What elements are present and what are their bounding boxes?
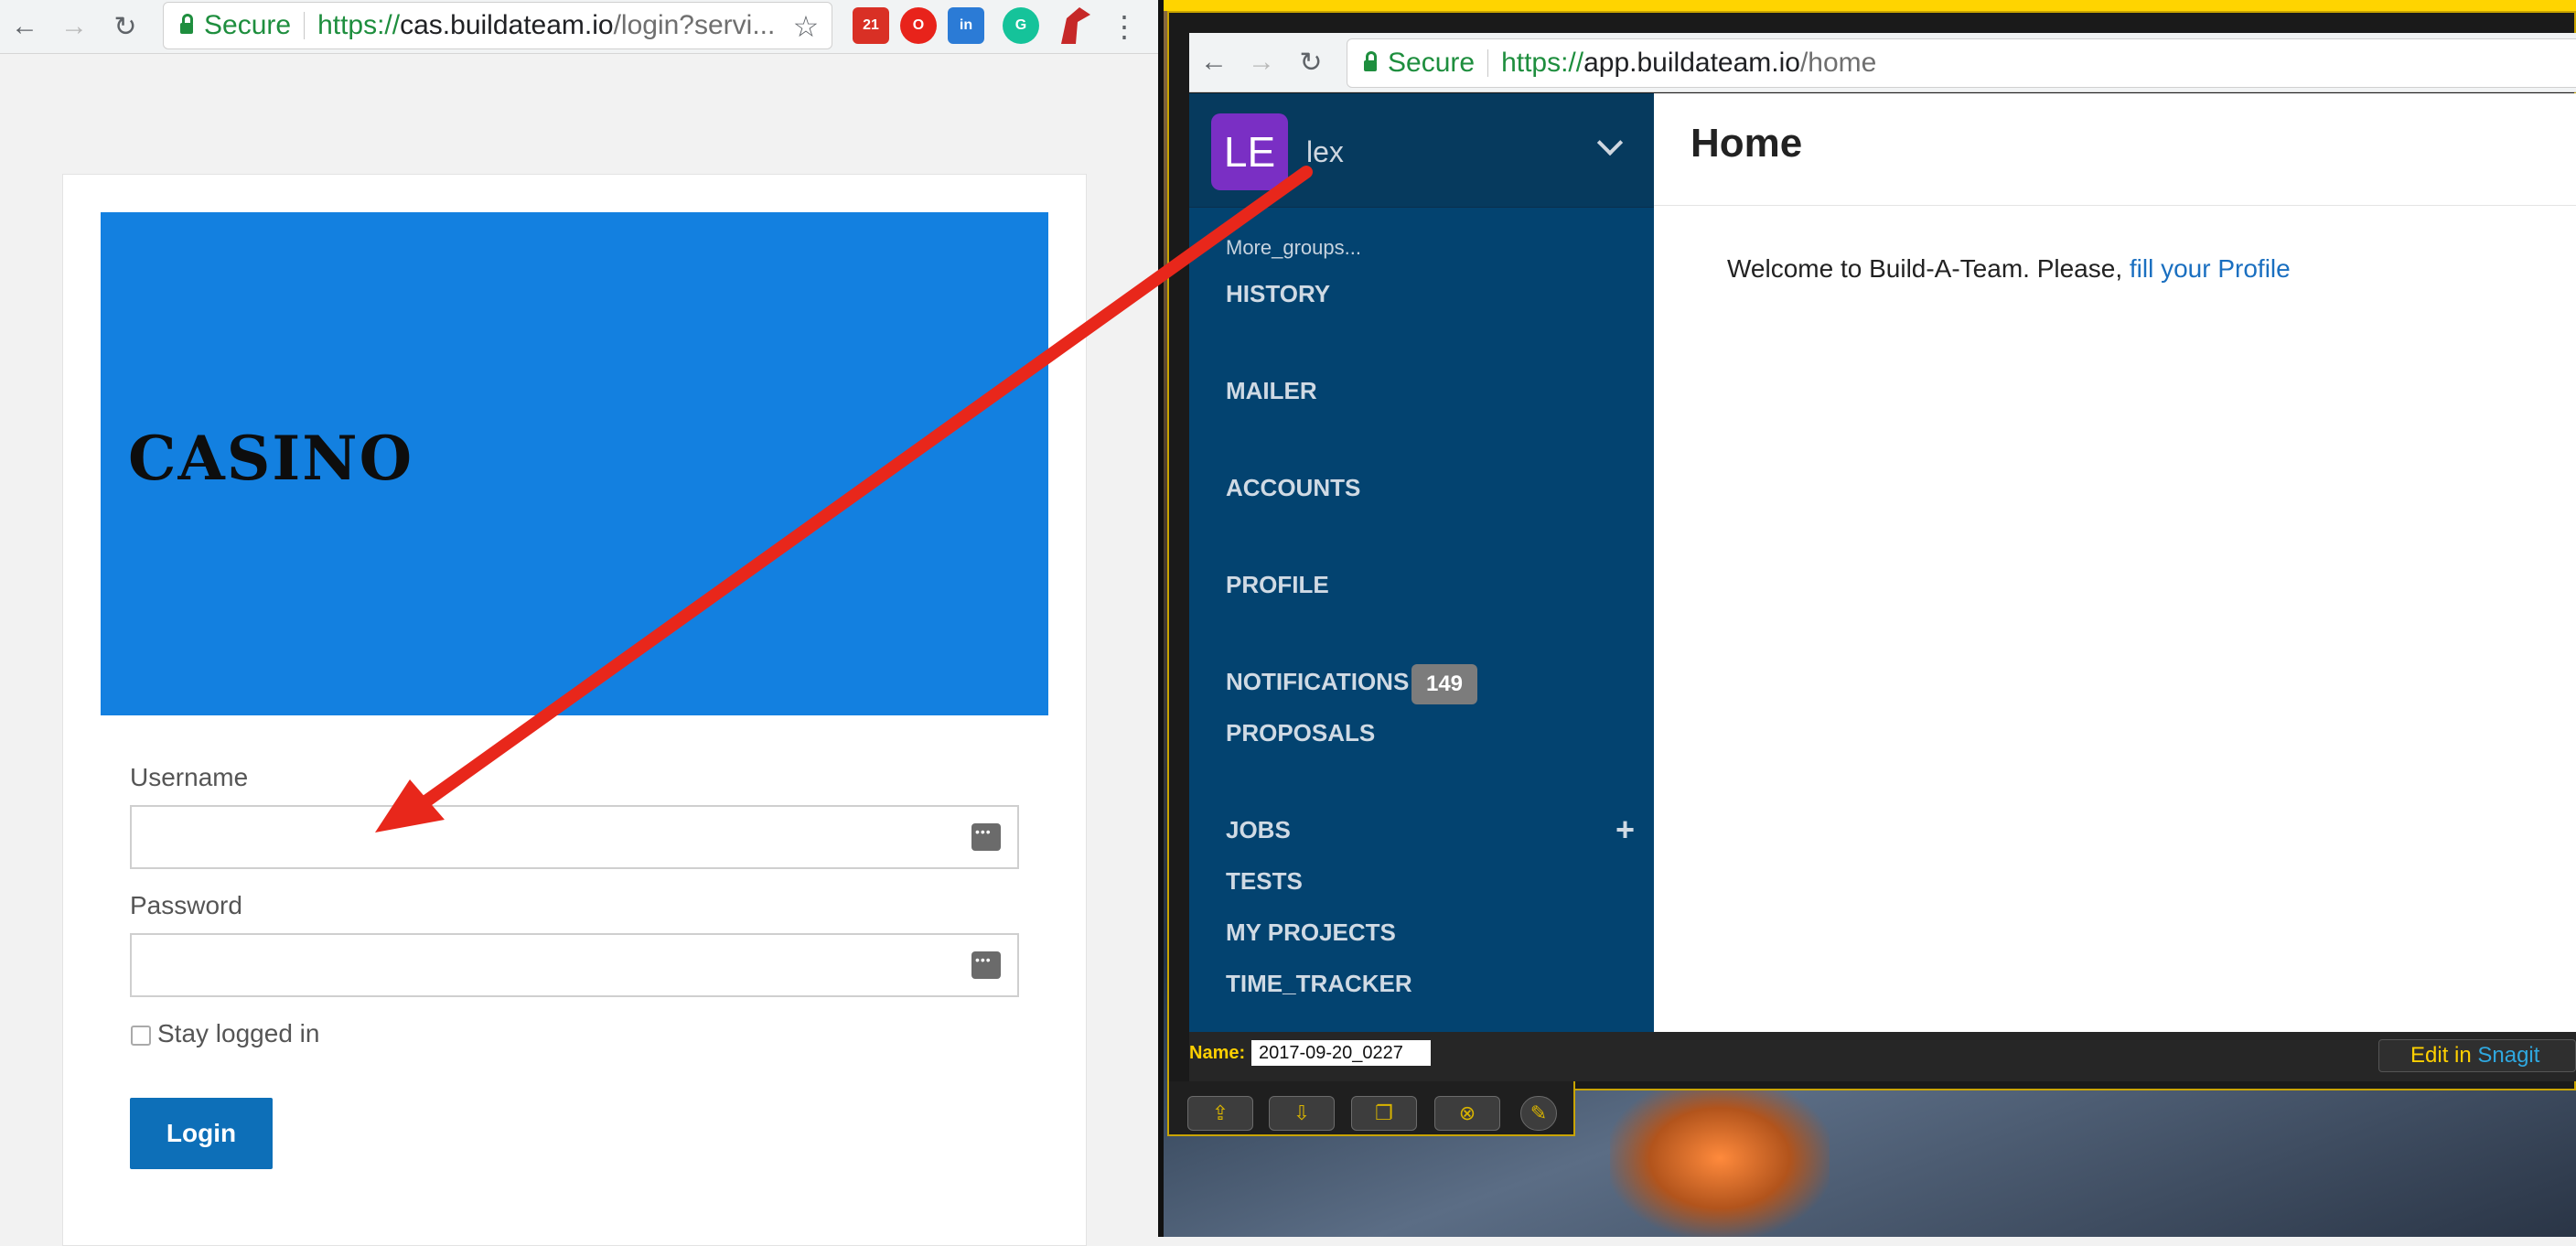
browser-menu-icon[interactable]: ⋮ [1101,4,1147,49]
username-label: Username [130,763,249,791]
sidebar-item-my-projects[interactable]: MY PROJECTS [1226,918,1396,947]
save-icon[interactable]: ⇩ [1269,1096,1335,1131]
sidebar-item-time-tracker[interactable]: TIME_TRACKER [1226,970,1412,998]
page-title: Home [1690,121,1803,166]
url-scheme: https:// [1501,48,1584,78]
sidebar-item-profile[interactable]: PROFILE [1226,571,1329,599]
url-host: cas.buildateam.io [400,10,614,40]
avatar[interactable]: LE [1211,113,1288,190]
omnibox-separator [1487,49,1489,77]
grammarly-letter: G [1014,17,1027,33]
inbox-icon[interactable]: in [948,7,984,44]
reload-button[interactable]: ↻ [1288,39,1334,85]
user-name[interactable]: lex [1306,135,1344,169]
welcome-text: Welcome to Build-A-Team. Please, [1727,254,2130,283]
app-sidebar: LE lex More_groups... HISTORY MAILER ACC… [1189,93,1654,1032]
calendar-icon[interactable]: 21 [853,7,889,44]
forward-button[interactable]: → [51,4,97,49]
settings-icon[interactable]: ✎ [1520,1096,1557,1131]
more-groups-link[interactable]: More_groups... [1226,236,1361,260]
lock-icon [1364,51,1377,71]
left-browser-window: ← → ↻ Secure https://cas.buildateam.io/l… [0,0,1158,1246]
share-icon[interactable]: ⇪ [1187,1096,1253,1131]
header-divider [1654,205,2576,206]
wallpaper-sunlit-peak [1610,1080,1830,1237]
address-bar[interactable]: Secure https://cas.buildateam.io/login?s… [163,2,832,49]
sidebar-item-history[interactable]: HISTORY [1226,280,1330,308]
sidebar-item-mailer[interactable]: MAILER [1226,377,1317,405]
secure-label: Secure [204,10,292,40]
stay-logged-in-label[interactable]: Stay logged in [157,1019,319,1048]
edit-in-label: Edit in [2410,1043,2472,1068]
opera-icon[interactable]: O [900,7,937,44]
url-host: app.buildateam.io [1583,48,1800,78]
address-bar[interactable]: Secure https://app.buildateam.io/home [1347,38,2576,88]
user-menu-header[interactable]: LE lex [1189,93,1654,208]
forward-button[interactable]: → [1239,39,1284,85]
discard-icon[interactable]: ⊗ [1434,1096,1500,1131]
add-job-icon[interactable]: + [1615,811,1635,849]
sidebar-item-jobs[interactable]: JOBS [1226,816,1291,844]
bookmark-star-icon[interactable]: ☆ [783,4,829,49]
dragon-icon[interactable] [1061,7,1090,44]
opera-letter: O [912,17,925,33]
snagit-capture-border [1164,0,2576,11]
password-input[interactable] [130,933,1019,997]
password-manager-icon[interactable] [971,951,1001,979]
secure-label: Secure [1388,48,1476,78]
url-scheme: https:// [317,10,401,40]
back-button[interactable]: ← [2,4,48,49]
snagit-name-label: Name: [1189,1043,1246,1063]
welcome-message: Welcome to Build-A-Team. Please, fill yo… [1727,254,2291,284]
left-browser-toolbar: ← → ↻ Secure https://cas.buildateam.io/l… [0,0,1158,54]
url-path: /login?servi... [613,10,776,40]
grammarly-icon[interactable]: G [1003,7,1039,44]
fill-profile-link[interactable]: fill your Profile [2130,254,2291,283]
username-input[interactable] [130,805,1019,869]
notifications-count-badge: 149 [1411,664,1477,704]
inbox-letters: in [959,17,973,33]
calendar-badge: 21 [863,17,879,33]
sidebar-item-notifications[interactable]: NOTIFICATIONS [1226,668,1409,696]
snagit-name-field[interactable]: 2017-09-20_0227 [1251,1040,1431,1066]
logo-banner: CASINO [101,212,1048,715]
right-browser-toolbar: ← → ↻ Secure https://app.buildateam.io/h… [1189,33,2576,92]
stay-logged-in-checkbox[interactable] [131,1026,151,1046]
casino-logo: CASINO [128,423,414,494]
password-manager-icon[interactable] [971,823,1001,851]
snagit-brand: Snagit [2477,1043,2540,1068]
omnibox-separator [304,12,306,39]
login-button[interactable]: Login [130,1098,273,1169]
sidebar-item-accounts[interactable]: ACCOUNTS [1226,474,1360,502]
password-label: Password [130,891,242,919]
edit-in-snagit-button[interactable]: Edit in Snagit [2378,1039,2576,1072]
reload-button[interactable]: ↻ [102,4,148,49]
url-path: /home [1799,48,1877,78]
back-button[interactable]: ← [1191,39,1237,85]
lock-icon [180,14,193,34]
copy-icon[interactable]: ❐ [1351,1096,1417,1131]
chevron-down-icon[interactable] [1596,129,1624,156]
sidebar-item-proposals[interactable]: PROPOSALS [1226,719,1375,747]
sidebar-item-tests[interactable]: TESTS [1226,867,1303,896]
